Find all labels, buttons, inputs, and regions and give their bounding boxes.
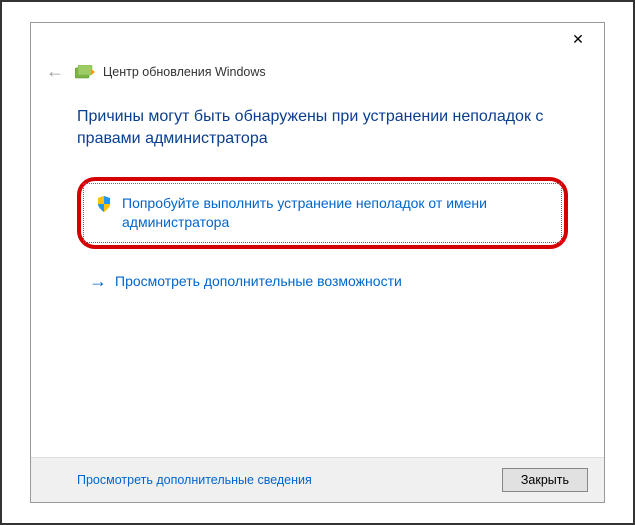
highlight-annotation: Попробуйте выполнить устранение неполадо… [77,177,568,249]
windows-update-icon [75,65,93,79]
window-close-button[interactable]: ✕ [558,25,598,53]
back-button[interactable]: ← [45,61,65,82]
dialog-footer: Просмотреть дополнительные сведения Закр… [31,457,604,502]
back-arrow-icon: ← [46,61,64,81]
dialog-title: Центр обновления Windows [103,65,266,79]
advanced-options-option[interactable]: → Просмотреть дополнительные возможности [77,267,568,296]
advanced-options-label: Просмотреть дополнительные возможности [115,273,402,289]
run-as-admin-option[interactable]: Попробуйте выполнить устранение неполадо… [83,183,562,243]
close-icon: ✕ [572,31,584,48]
troubleshooter-dialog: ✕ ← Центр обновления Windows Причины мог… [30,22,605,503]
view-details-link[interactable]: Просмотреть дополнительные сведения [77,473,312,487]
close-button[interactable]: Закрыть [502,468,588,492]
titlebar: ✕ [31,23,604,55]
heading-text: Причины могут быть обнаружены при устран… [77,106,568,149]
arrow-right-icon: → [89,271,105,292]
shield-icon [96,196,112,217]
run-as-admin-label: Попробуйте выполнить устранение неполадо… [122,194,549,232]
dialog-header: ← Центр обновления Windows [31,55,604,92]
dialog-content: Причины могут быть обнаружены при устран… [31,92,604,457]
